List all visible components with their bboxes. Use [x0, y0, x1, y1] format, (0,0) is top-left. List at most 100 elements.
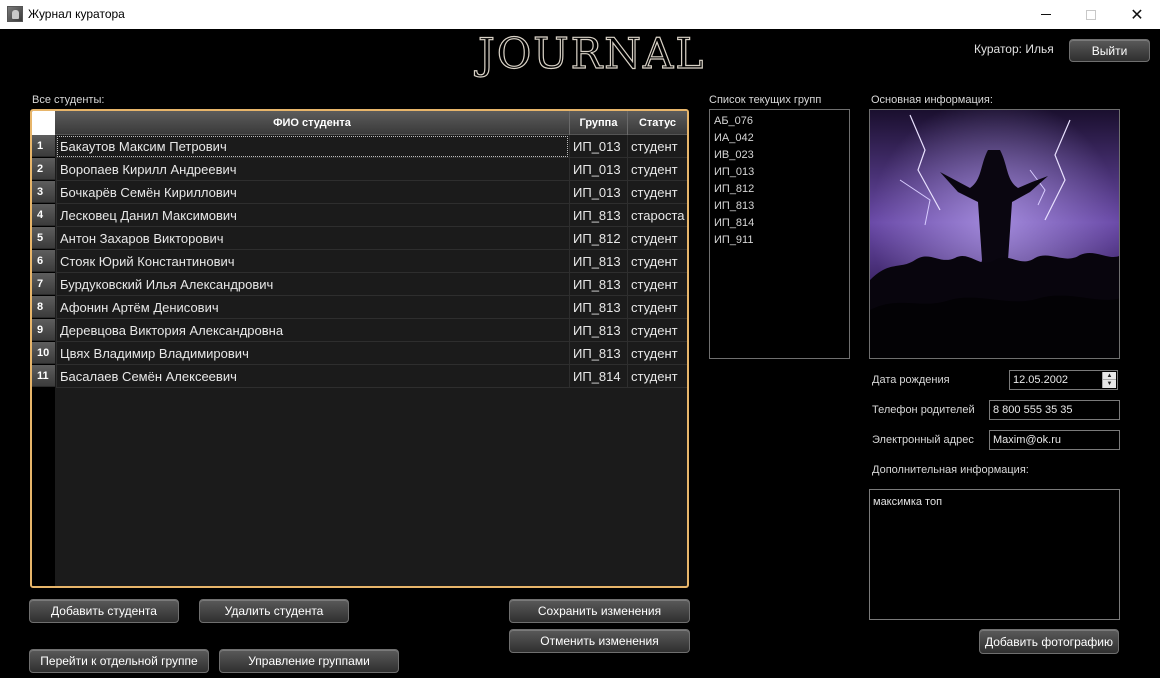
- cell-group[interactable]: ИП_813: [569, 342, 627, 365]
- extra-info-value: максимка топ: [873, 496, 943, 508]
- cell-name[interactable]: Бочкарёв Семён Кириллович: [56, 181, 569, 204]
- window-title: Журнал куратора: [28, 7, 125, 21]
- table-row[interactable]: 8 Афонин Артём Денисович ИП_813 студент: [32, 296, 687, 319]
- cell-status[interactable]: студент: [627, 342, 687, 365]
- cell-group[interactable]: ИП_812: [569, 227, 627, 250]
- row-number[interactable]: 10: [32, 342, 55, 364]
- add-photo-button[interactable]: Добавить фотографию: [979, 629, 1119, 654]
- cell-group[interactable]: ИП_814: [569, 365, 627, 388]
- close-button[interactable]: ✕: [1114, 0, 1160, 29]
- cell-status[interactable]: студент: [627, 135, 687, 158]
- cell-group[interactable]: ИП_813: [569, 273, 627, 296]
- journal-logo: JOURNAL: [477, 28, 706, 78]
- row-number[interactable]: 5: [32, 227, 55, 249]
- table-row[interactable]: 7 Бурдуковский Илья Александрович ИП_813…: [32, 273, 687, 296]
- cell-status[interactable]: студент: [627, 250, 687, 273]
- table-row[interactable]: 3 Бочкарёв Семён Кириллович ИП_013 студе…: [32, 181, 687, 204]
- row-number[interactable]: 3: [32, 181, 55, 203]
- row-number[interactable]: 8: [32, 296, 55, 318]
- cell-group[interactable]: ИП_013: [569, 158, 627, 181]
- cell-name[interactable]: Деревцова Виктория Александровна: [56, 319, 569, 342]
- cell-status[interactable]: студент: [627, 319, 687, 342]
- extra-info-label: Дополнительная информация:: [872, 464, 1029, 476]
- date-spinner[interactable]: ▲ ▼: [1102, 372, 1116, 388]
- cell-group[interactable]: ИП_013: [569, 181, 627, 204]
- table-row[interactable]: 10 Цвях Владимир Владимирович ИП_813 сту…: [32, 342, 687, 365]
- logout-button[interactable]: Выйти: [1069, 39, 1150, 62]
- list-item[interactable]: ИП_814: [714, 215, 845, 232]
- main-window: JOURNAL Куратор: Илья Выйти Все студенты…: [0, 28, 1160, 678]
- cell-name[interactable]: Воропаев Кирилл Андреевич: [56, 158, 569, 181]
- cell-group[interactable]: ИП_813: [569, 204, 627, 227]
- cell-status[interactable]: студент: [627, 158, 687, 181]
- cell-status[interactable]: студент: [627, 181, 687, 204]
- cell-status[interactable]: студент: [627, 273, 687, 296]
- cell-status[interactable]: студент: [627, 227, 687, 250]
- cell-name[interactable]: Лесковец Данил Максимович: [56, 204, 569, 227]
- table-row[interactable]: 4 Лесковец Данил Максимович ИП_813 старо…: [32, 204, 687, 227]
- cell-name[interactable]: Афонин Артём Денисович: [56, 296, 569, 319]
- spin-down-icon[interactable]: ▼: [1103, 380, 1116, 388]
- cell-name[interactable]: Бурдуковский Илья Александрович: [56, 273, 569, 296]
- list-item[interactable]: ИП_813: [714, 198, 845, 215]
- all-students-label: Все студенты:: [32, 94, 105, 106]
- maximize-icon: [1086, 9, 1096, 20]
- cell-status[interactable]: староста: [627, 204, 687, 227]
- row-number[interactable]: 2: [32, 158, 55, 180]
- table-row[interactable]: 5 Антон Захаров Викторович ИП_812 студен…: [32, 227, 687, 250]
- maximize-button[interactable]: [1068, 0, 1114, 29]
- row-number[interactable]: 11: [32, 365, 55, 387]
- cell-group[interactable]: ИП_013: [569, 135, 627, 158]
- table-row[interactable]: 11 Басалаев Семён Алексеевич ИП_814 студ…: [32, 365, 687, 388]
- parent-phone-label: Телефон родителей: [872, 404, 975, 416]
- list-item[interactable]: АБ_076: [714, 113, 845, 130]
- minimize-button[interactable]: [1023, 0, 1069, 29]
- cell-name[interactable]: Бакаутов Максим Петрович: [56, 135, 569, 158]
- extra-info-field[interactable]: максимка топ: [869, 489, 1120, 620]
- close-icon: ✕: [1130, 6, 1144, 24]
- list-item[interactable]: ИА_042: [714, 130, 845, 147]
- manage-groups-button[interactable]: Управление группами: [219, 649, 399, 673]
- list-item[interactable]: ИВ_023: [714, 147, 845, 164]
- cell-name[interactable]: Стояк Юрий Константинович: [56, 250, 569, 273]
- cell-group[interactable]: ИП_813: [569, 319, 627, 342]
- cell-name[interactable]: Антон Захаров Викторович: [56, 227, 569, 250]
- birth-date-label: Дата рождения: [872, 374, 950, 386]
- email-field[interactable]: Maxim@ok.ru: [989, 430, 1120, 450]
- cell-status[interactable]: студент: [627, 296, 687, 319]
- cell-group[interactable]: ИП_813: [569, 296, 627, 319]
- table-row[interactable]: 9 Деревцова Виктория Александровна ИП_81…: [32, 319, 687, 342]
- parent-phone-value: 8 800 555 35 35: [993, 404, 1073, 416]
- list-item[interactable]: ИП_911: [714, 232, 845, 249]
- parent-phone-field[interactable]: 8 800 555 35 35: [989, 400, 1120, 420]
- row-number[interactable]: 1: [32, 135, 55, 157]
- cell-status[interactable]: студент: [627, 365, 687, 388]
- email-label: Электронный адрес: [872, 434, 974, 446]
- groups-list[interactable]: АБ_076 ИА_042 ИВ_023 ИП_013 ИП_812 ИП_81…: [709, 109, 850, 359]
- cancel-changes-button[interactable]: Отменить изменения: [509, 629, 690, 653]
- column-header-group[interactable]: Группа: [569, 111, 627, 135]
- row-number[interactable]: 7: [32, 273, 55, 295]
- table-row[interactable]: 2 Воропаев Кирилл Андреевич ИП_013 студе…: [32, 158, 687, 181]
- curator-label: Куратор: Илья: [974, 42, 1054, 56]
- delete-student-button[interactable]: Удалить студента: [199, 599, 349, 623]
- row-number[interactable]: 4: [32, 204, 55, 226]
- table-row[interactable]: 6 Стояк Юрий Константинович ИП_813 студе…: [32, 250, 687, 273]
- main-info-label: Основная информация:: [871, 94, 993, 106]
- table-corner[interactable]: [32, 111, 55, 135]
- spin-up-icon[interactable]: ▲: [1103, 372, 1116, 380]
- column-header-status[interactable]: Статус: [627, 111, 687, 135]
- table-row[interactable]: 1 Бакаутов Максим Петрович ИП_013 студен…: [32, 135, 687, 158]
- cell-name[interactable]: Басалаев Семён Алексеевич: [56, 365, 569, 388]
- cell-name[interactable]: Цвях Владимир Владимирович: [56, 342, 569, 365]
- row-number[interactable]: 9: [32, 319, 55, 341]
- list-item[interactable]: ИП_013: [714, 164, 845, 181]
- add-student-button[interactable]: Добавить студента: [29, 599, 179, 623]
- column-header-name[interactable]: ФИО студента: [55, 111, 569, 135]
- cell-group[interactable]: ИП_813: [569, 250, 627, 273]
- goto-group-button[interactable]: Перейти к отдельной группе: [29, 649, 209, 673]
- save-changes-button[interactable]: Сохранить изменения: [509, 599, 690, 623]
- row-number[interactable]: 6: [32, 250, 55, 272]
- list-item[interactable]: ИП_812: [714, 181, 845, 198]
- birth-date-field[interactable]: 12.05.2002 ▲ ▼: [1009, 370, 1118, 390]
